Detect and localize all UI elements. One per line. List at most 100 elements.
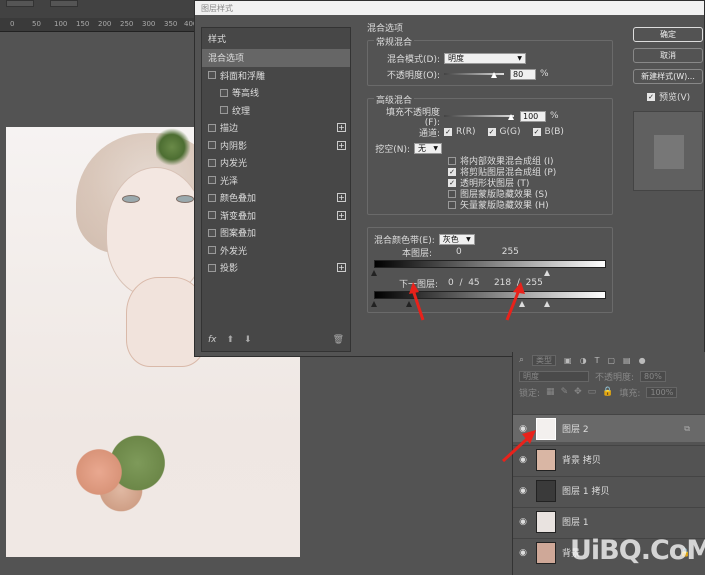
opacity-input[interactable]: 80 <box>510 68 536 80</box>
layer-thumbnail[interactable] <box>536 479 556 502</box>
style-checkbox[interactable] <box>208 158 216 167</box>
channel-r-checkbox[interactable]: ✓ <box>444 128 452 136</box>
style-checkbox[interactable] <box>208 71 216 80</box>
advanced-option-checkbox[interactable]: ✓ <box>448 178 456 187</box>
this-layer-black-stop[interactable] <box>371 270 377 276</box>
layer-name[interactable]: 图层 1 拷贝 <box>562 484 609 497</box>
search-icon[interactable]: ⌕ <box>519 355 524 365</box>
fill-opacity-slider-knob[interactable] <box>508 114 514 120</box>
advanced-option-checkbox[interactable] <box>448 200 456 209</box>
lock-all-icon[interactable]: 🔒 <box>602 387 613 397</box>
this-layer-white-stop[interactable] <box>544 270 550 276</box>
add-style-plus-icon[interactable]: + <box>337 140 346 150</box>
layer-row[interactable]: ◉ 图层 1 <box>513 507 705 535</box>
layer-row[interactable]: ◉ 图层 2 ⧉ <box>513 414 705 442</box>
style-item[interactable]: 纹理 <box>202 102 350 120</box>
layer-name[interactable]: 图层 1 <box>562 515 589 528</box>
move-down-icon[interactable]: ⬇ <box>244 335 252 345</box>
layer-row[interactable]: ◉ 图层 1 拷贝 <box>513 476 705 504</box>
style-item[interactable]: 渐变叠加 + <box>202 207 350 225</box>
add-style-plus-icon[interactable]: + <box>337 123 346 133</box>
options-button-1[interactable] <box>6 0 34 7</box>
channel-b-checkbox[interactable]: ✓ <box>532 128 541 136</box>
cancel-button[interactable]: 取消 <box>633 48 703 63</box>
style-item[interactable]: 投影 + <box>202 259 350 277</box>
layer-thumbnail[interactable] <box>536 541 556 564</box>
advanced-option-checkbox[interactable] <box>448 189 456 198</box>
lock-transparent-icon[interactable]: ▦ <box>546 387 555 397</box>
channel-g-checkbox[interactable]: ✓ <box>487 128 496 136</box>
opacity-slider[interactable] <box>444 69 504 79</box>
style-checkbox[interactable] <box>208 123 216 132</box>
advanced-option-checkbox[interactable] <box>448 156 456 165</box>
layer-thumbnail[interactable] <box>536 510 556 533</box>
blend-mode-value: 明度 <box>448 53 464 63</box>
style-item[interactable]: 颜色叠加 + <box>202 189 350 207</box>
style-checkbox[interactable] <box>208 176 216 185</box>
filter-toggle-icon[interactable]: ● <box>639 356 646 365</box>
layer-blend-mode-select[interactable]: 明度 <box>519 370 589 382</box>
preview-checkbox[interactable]: ✓ <box>647 92 655 101</box>
style-item[interactable]: 斜面和浮雕 <box>202 67 350 85</box>
add-style-plus-icon[interactable]: + <box>337 210 346 220</box>
style-item[interactable]: 图案叠加 <box>202 224 350 242</box>
fill-opacity-input[interactable]: 100 <box>520 110 546 122</box>
style-item[interactable]: 光泽 <box>202 172 350 190</box>
style-checkbox[interactable] <box>208 263 216 272</box>
preview-toggle[interactable]: ✓ 预览(V) <box>647 90 703 103</box>
underlying-white-stop-right[interactable] <box>544 301 550 307</box>
blend-if-value: 灰色 <box>442 234 459 244</box>
advanced-option-checkbox[interactable]: ✓ <box>448 167 456 176</box>
pixel-filter-icon[interactable]: ▣ <box>564 356 572 365</box>
style-checkbox[interactable] <box>208 228 216 237</box>
fill-opacity-slider[interactable] <box>444 111 514 121</box>
lock-artboard-icon[interactable]: ▭ <box>588 387 597 397</box>
style-item[interactable]: 外发光 <box>202 242 350 260</box>
filter-kind-value: 类型 <box>536 355 553 365</box>
style-item[interactable]: 混合选项 <box>202 49 350 67</box>
filter-kind-select[interactable]: 类型 <box>532 354 557 366</box>
knockout-select[interactable]: 无 ▼ <box>414 142 442 154</box>
style-checkbox[interactable] <box>208 246 216 255</box>
fx-icon[interactable]: fx <box>208 335 217 345</box>
layer-name[interactable]: 背景 拷贝 <box>562 453 601 466</box>
style-checkbox[interactable] <box>220 88 228 97</box>
layer-effects-icon[interactable]: ⧉ <box>684 424 690 434</box>
add-style-plus-icon[interactable]: + <box>337 193 346 203</box>
style-checkbox[interactable] <box>208 211 216 220</box>
knockout-value: 无 <box>418 143 426 153</box>
move-up-icon[interactable]: ⬆ <box>227 335 235 345</box>
blending-options-title: 混合选项 <box>367 24 404 34</box>
advanced-option[interactable]: 矢量蒙版隐藏效果 (H) <box>374 199 606 211</box>
blend-if-select[interactable]: 灰色 ▼ <box>438 233 475 245</box>
style-checkbox[interactable] <box>208 141 216 150</box>
blend-mode-select[interactable]: 明度 ▼ <box>444 52 526 64</box>
style-item[interactable]: 描边 + <box>202 119 350 137</box>
visibility-eye-icon[interactable]: ◉ <box>513 548 533 558</box>
new-style-button[interactable]: 新建样式(W)... <box>633 69 703 84</box>
shape-filter-icon[interactable]: ▢ <box>607 356 615 365</box>
lock-paint-icon[interactable]: ✎ <box>561 387 569 397</box>
dialog-title[interactable]: 图层样式 <box>195 1 704 15</box>
visibility-eye-icon[interactable]: ◉ <box>513 517 533 527</box>
visibility-eye-icon[interactable]: ◉ <box>513 486 533 496</box>
style-item[interactable]: 等高线 <box>202 84 350 102</box>
style-checkbox[interactable] <box>220 106 228 115</box>
style-checkbox[interactable] <box>208 193 216 202</box>
fill-input[interactable]: 100% <box>646 386 678 398</box>
style-item[interactable]: 内阴影 + <box>202 137 350 155</box>
lock-move-icon[interactable]: ✥ <box>574 387 582 397</box>
layer-name[interactable]: 图层 2 <box>562 422 589 435</box>
ok-button[interactable]: 确定 <box>633 27 703 42</box>
add-style-plus-icon[interactable]: + <box>337 263 346 273</box>
underlying-black-stop-left[interactable] <box>371 301 377 307</box>
trash-icon[interactable]: 🗑 <box>333 335 344 345</box>
opacity-slider-knob[interactable] <box>491 72 497 78</box>
options-button-2[interactable] <box>50 0 78 7</box>
layer-opacity-input[interactable]: 80% <box>640 370 666 382</box>
style-item[interactable]: 内发光 <box>202 154 350 172</box>
type-filter-icon[interactable]: T <box>595 356 600 365</box>
layer-row[interactable]: ◉ 背景 拷贝 <box>513 445 705 473</box>
smart-object-filter-icon[interactable]: ▤ <box>623 356 631 365</box>
adjustment-filter-icon[interactable]: ◑ <box>580 356 587 365</box>
